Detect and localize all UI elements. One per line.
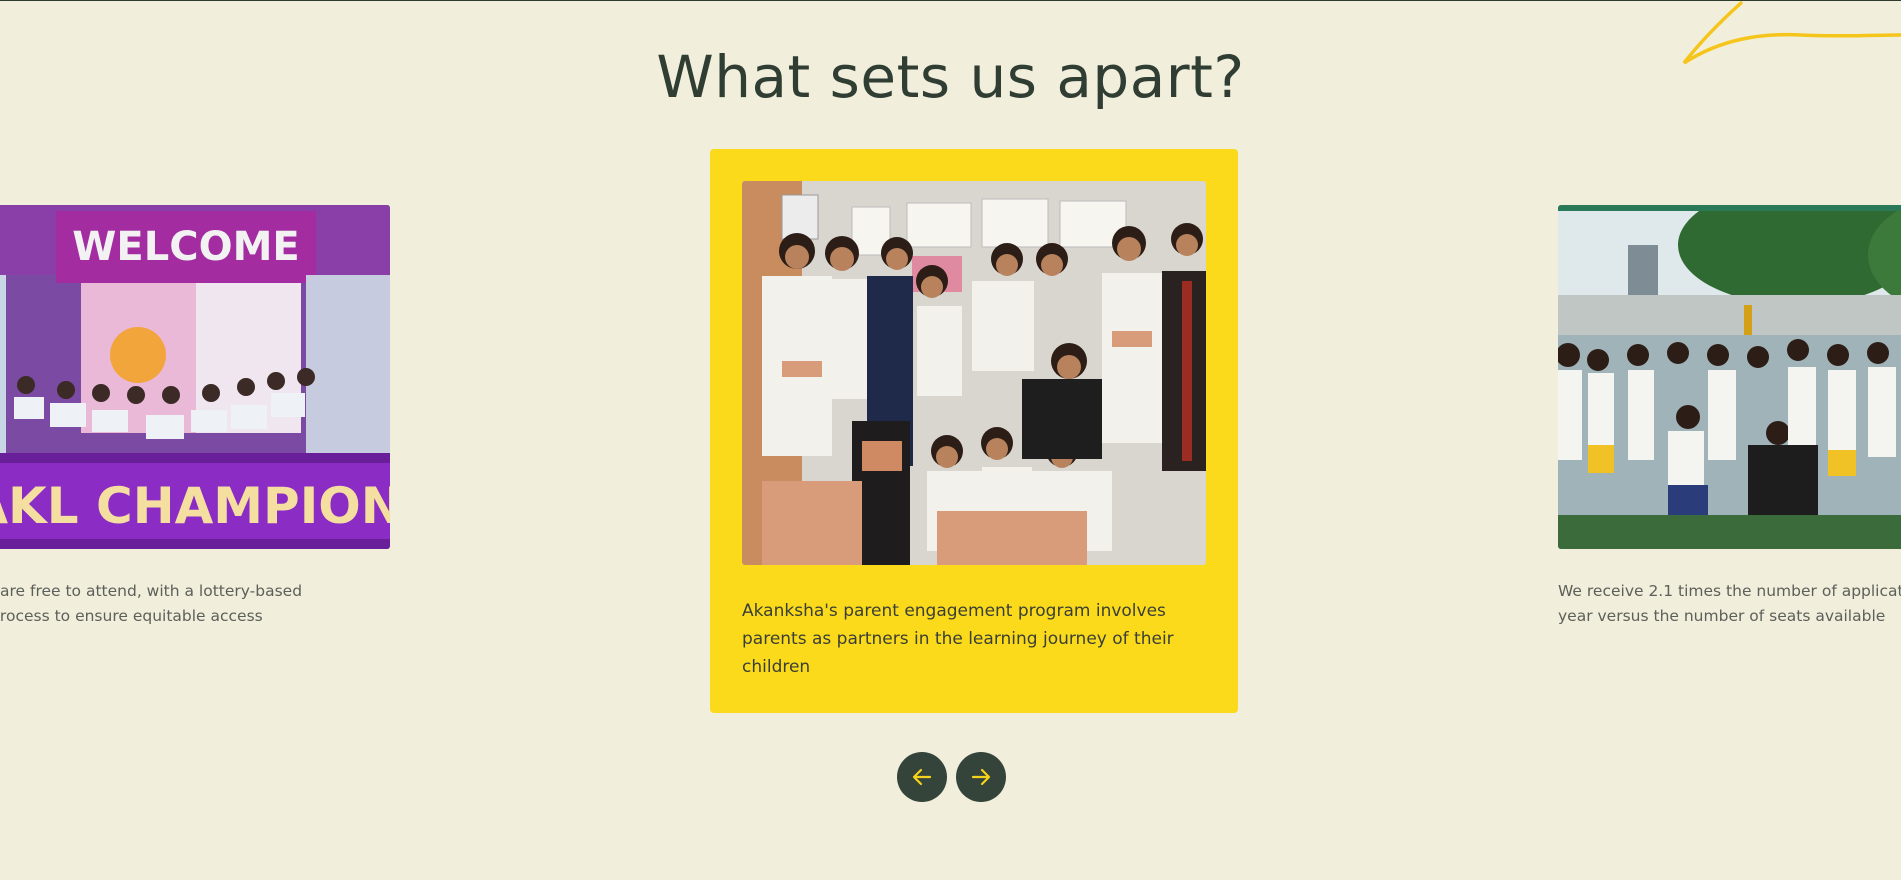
section-title: What sets us apart? — [656, 43, 1245, 111]
slide-image-champions-text: AKL CHAMPIONS — [0, 477, 390, 535]
slide-image-banner-text: WELCOME — [72, 224, 299, 270]
carousel-prev-button[interactable] — [897, 752, 947, 802]
carousel-slide-right[interactable]: We receive 2.1 times the number of appli… — [1558, 205, 1901, 629]
slide-caption-right: We receive 2.1 times the number of appli… — [1558, 579, 1901, 629]
slide-caption-left-text: r schools are free to attend, with a lot… — [0, 582, 303, 625]
carousel-slide-left[interactable]: WELCOME KL CHAMPIO are free to attend, w… — [0, 205, 390, 629]
slide-image-champions: WELCOME KL CHAMPIO — [0, 205, 390, 549]
arrow-right-icon — [971, 768, 991, 786]
arrow-left-icon — [912, 768, 932, 786]
page: What sets us apart? WELCOME KL CHAMPIO a… — [0, 0, 1901, 880]
slide-caption-active: Akanksha's parent engagement program inv… — [742, 601, 1174, 677]
slide-caption-left: r schools are free to attend, with a lot… — [0, 579, 390, 629]
slide-caption-right-text: We receive 2.1 times the number of appli… — [1558, 582, 1901, 625]
carousel-next-button[interactable] — [956, 752, 1006, 802]
carousel-slide-active[interactable]: Akanksha's parent engagement program inv… — [710, 149, 1238, 713]
slide-image-parents-students — [742, 181, 1206, 565]
slide-image-football-team — [1558, 205, 1901, 549]
